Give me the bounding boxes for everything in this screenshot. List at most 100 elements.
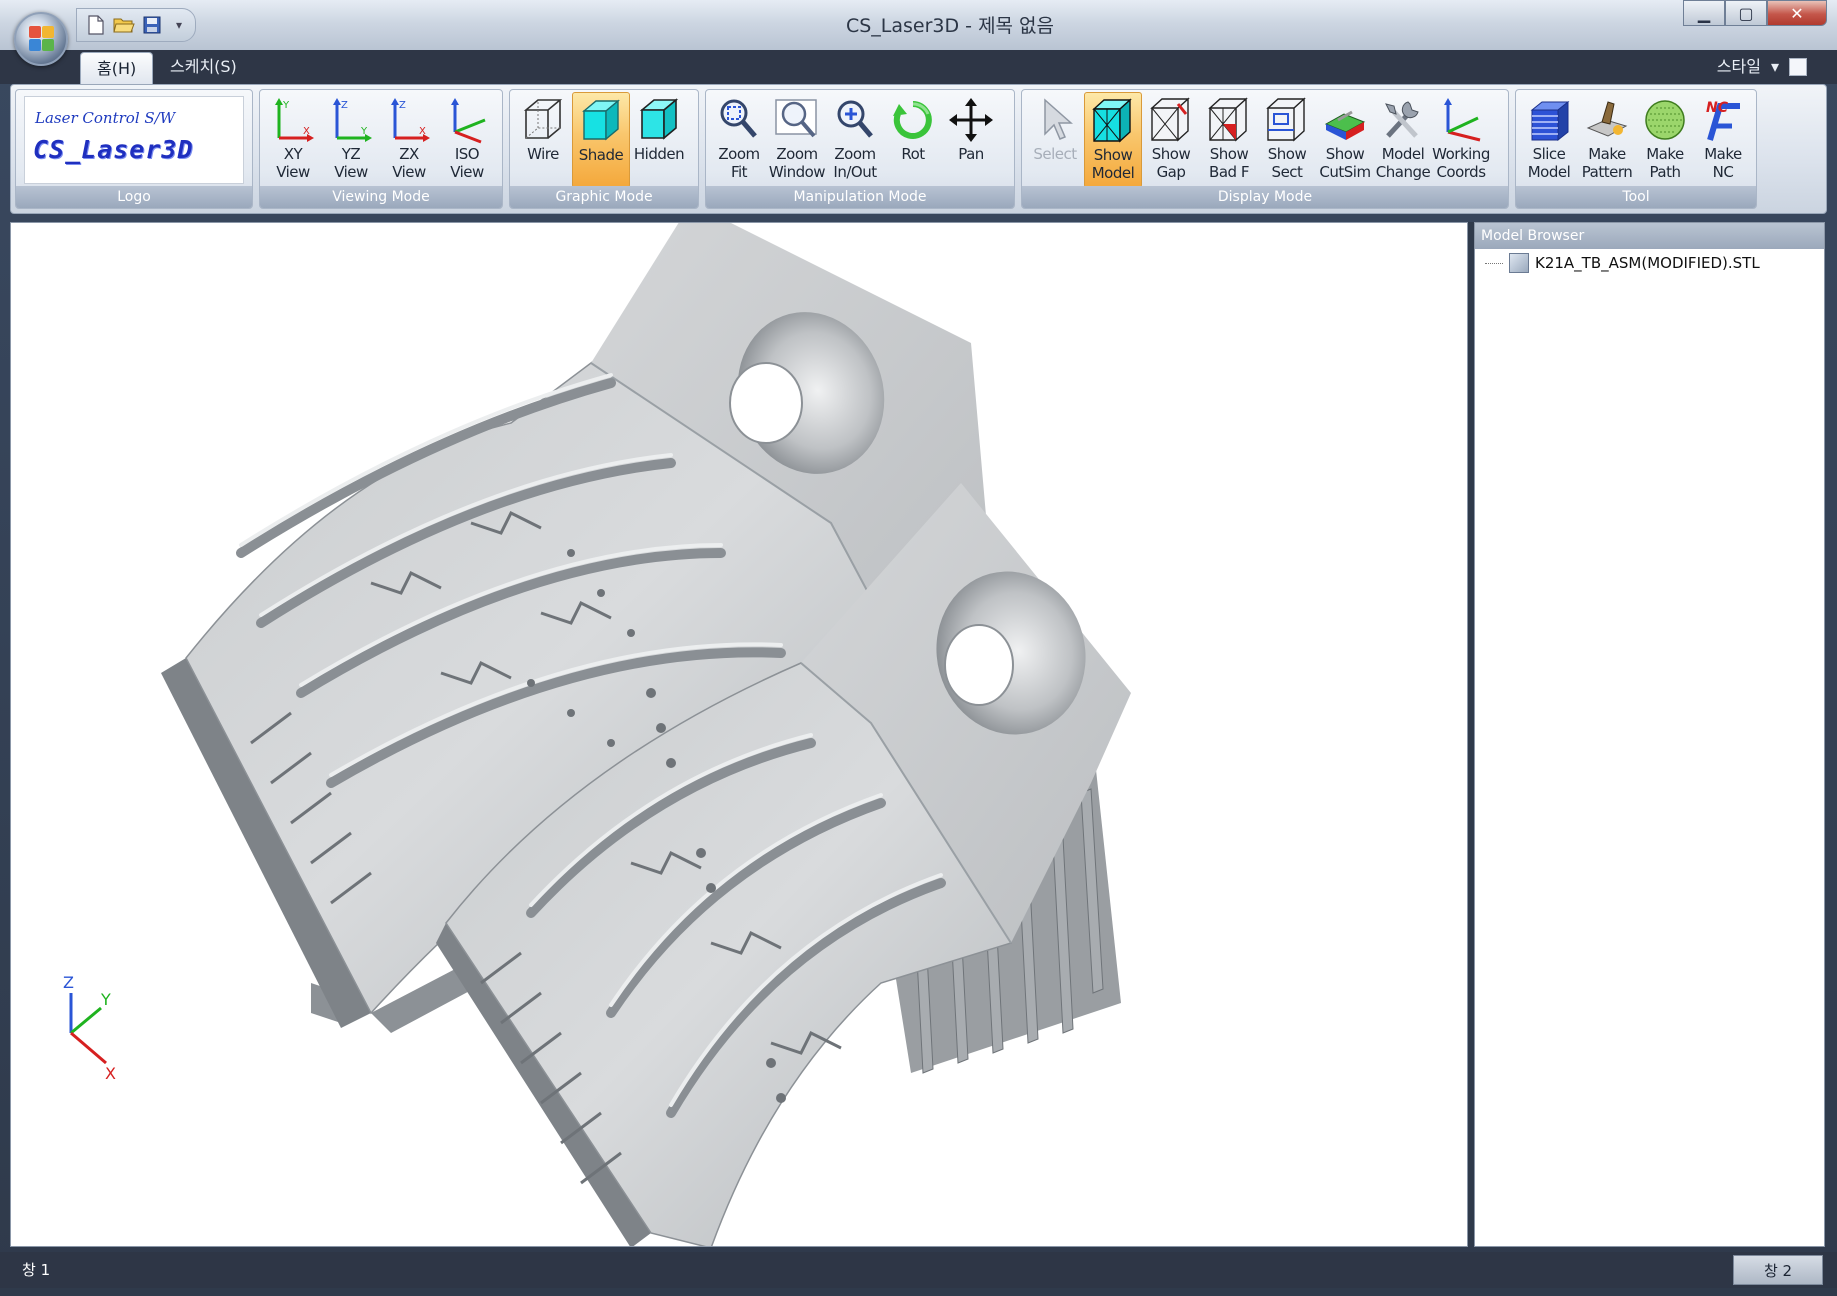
zoom-fit-button[interactable]: Zoom Fit: [710, 92, 768, 188]
window-title: CS_Laser3D - 제목 없음: [845, 15, 1055, 37]
zoom-in-out-label: Zoom In/Out: [833, 145, 877, 181]
show-model-button[interactable]: Show Model: [1084, 92, 1142, 188]
svg-text:NC: NC: [1706, 100, 1729, 116]
zoom-in-out-icon: [831, 95, 879, 145]
pan-icon: [947, 95, 995, 145]
open-icon[interactable]: [113, 14, 135, 36]
model-change-button[interactable]: Model Change: [1374, 92, 1432, 188]
show-bad-face-icon: [1205, 95, 1253, 145]
minimize-button[interactable]: ▁: [1683, 0, 1725, 26]
group-caption-manipulation: Manipulation Mode: [706, 186, 1014, 208]
make-nc-button[interactable]: NC Make NC: [1694, 92, 1752, 188]
axis-triad: Z Y X: [63, 973, 116, 1083]
slice-model-label: Slice Model: [1527, 145, 1571, 181]
show-section-button[interactable]: Show Sect: [1258, 92, 1316, 188]
tab-home[interactable]: 홈(H): [80, 52, 154, 86]
show-gap-button[interactable]: Show Gap: [1142, 92, 1200, 188]
show-gap-icon: [1147, 95, 1195, 145]
zoom-window-button[interactable]: Zoom Window: [768, 92, 826, 188]
shade-label: Shade: [578, 146, 624, 164]
model-render: Z Y X: [63, 223, 1131, 1246]
select-button[interactable]: Select: [1026, 92, 1084, 188]
customize-qat-icon[interactable]: ▾: [169, 14, 189, 36]
yz-view-button[interactable]: ZY YZ View: [322, 92, 380, 188]
ribbon-tab-bar: 홈(H) 스케치(S) 스타일 ▾: [0, 50, 1837, 86]
show-model-icon: [1089, 96, 1137, 146]
tab-sketch[interactable]: 스케치(S): [154, 50, 253, 84]
quick-access-toolbar: ▾: [76, 8, 196, 42]
working-coords-icon: [1437, 95, 1485, 145]
help-icon[interactable]: [1789, 58, 1807, 76]
show-cutsim-icon: [1321, 95, 1369, 145]
slice-model-icon: [1525, 95, 1573, 145]
group-manipulation-mode: Zoom Fit Zoom Window Zoom In/Out Rot Pan…: [705, 89, 1015, 209]
maximize-button[interactable]: ▢: [1725, 0, 1767, 26]
zx-view-label: ZX View: [392, 145, 426, 181]
tree-item-stl-model[interactable]: K21A_TB_ASM(MODIFIED).STL: [1485, 253, 1760, 273]
make-pattern-button[interactable]: Make Pattern: [1578, 92, 1636, 188]
make-nc-icon: NC: [1699, 95, 1747, 145]
show-bad-face-button[interactable]: Show Bad F: [1200, 92, 1258, 188]
zx-view-icon: ZX: [385, 95, 433, 145]
wire-button[interactable]: Wire: [514, 92, 572, 188]
working-coords-button[interactable]: Working Coords: [1432, 92, 1490, 188]
hidden-button[interactable]: Hidden: [630, 92, 688, 188]
svg-text:X: X: [419, 126, 426, 137]
title-bar: ▾ CS_Laser3D - 제목 없음 ▁ ▢ ✕: [0, 0, 1837, 50]
style-menu[interactable]: 스타일 ▾: [1717, 50, 1807, 84]
tree-item-label: K21A_TB_ASM(MODIFIED).STL: [1535, 254, 1760, 272]
svg-text:Y: Y: [282, 100, 290, 111]
make-path-button[interactable]: Make Path: [1636, 92, 1694, 188]
show-cutsim-button[interactable]: Show CutSim: [1316, 92, 1374, 188]
window-controls: ▁ ▢ ✕: [1683, 0, 1827, 30]
axis-y-label: Y: [100, 990, 111, 1009]
hidden-label: Hidden: [633, 145, 685, 163]
rotate-button[interactable]: Rot: [884, 92, 942, 188]
wire-label: Wire: [527, 145, 559, 163]
select-arrow-icon: [1031, 95, 1079, 145]
group-graphic-mode: Wire Shade Hidden Graphic Mode: [509, 89, 699, 209]
xy-view-label: XY View: [276, 145, 310, 181]
make-pattern-icon: [1583, 95, 1631, 145]
yz-view-icon: ZY: [327, 95, 375, 145]
model-change-icon: [1379, 95, 1427, 145]
zoom-fit-label: Zoom Fit: [718, 145, 760, 181]
pan-button[interactable]: Pan: [942, 92, 1000, 188]
3d-viewport[interactable]: Z Y X: [10, 222, 1468, 1247]
svg-text:Y: Y: [360, 126, 368, 137]
zx-view-button[interactable]: ZX ZX View: [380, 92, 438, 188]
show-cutsim-label: Show CutSim: [1319, 145, 1371, 181]
zoom-in-out-button[interactable]: Zoom In/Out: [826, 92, 884, 188]
axis-z-label: Z: [63, 973, 74, 992]
shade-button[interactable]: Shade: [572, 92, 630, 188]
status-pane-1: 창 1: [22, 1261, 51, 1279]
save-icon[interactable]: [141, 14, 163, 36]
iso-view-icon: [443, 95, 491, 145]
wireframe-cube-icon: [519, 95, 567, 145]
yz-view-label: YZ View: [334, 145, 368, 181]
zoom-fit-icon: [715, 95, 763, 145]
hidden-cube-icon: [635, 95, 683, 145]
model-change-label: Model Change: [1375, 145, 1431, 181]
group-caption-tool: Tool: [1516, 186, 1756, 208]
show-section-icon: [1263, 95, 1311, 145]
pan-label: Pan: [958, 145, 984, 163]
slice-model-button[interactable]: Slice Model: [1520, 92, 1578, 188]
product-logo: Laser Control S/W CS_Laser3D: [24, 96, 244, 184]
svg-text:X: X: [303, 126, 310, 137]
status-bar: 창 1 창 2: [0, 1252, 1837, 1288]
show-gap-label: Show Gap: [1151, 145, 1191, 181]
iso-view-button[interactable]: ISO View: [438, 92, 496, 188]
close-button[interactable]: ✕: [1767, 0, 1827, 26]
rotate-icon: [889, 95, 937, 145]
application-menu-button[interactable]: [14, 12, 68, 66]
model-browser-panel: Model Browser K21A_TB_ASM(MODIFIED).STL: [1474, 222, 1825, 1247]
stl-file-icon: [1509, 253, 1529, 273]
group-caption-display: Display Mode: [1022, 186, 1508, 208]
logo-name: CS_Laser3D: [33, 135, 194, 164]
group-caption-viewing: Viewing Mode: [260, 186, 502, 208]
new-icon[interactable]: [85, 14, 107, 36]
svg-text:Z: Z: [399, 100, 406, 111]
zoom-window-label: Zoom Window: [768, 145, 826, 181]
xy-view-button[interactable]: Y X XY View: [264, 92, 322, 188]
